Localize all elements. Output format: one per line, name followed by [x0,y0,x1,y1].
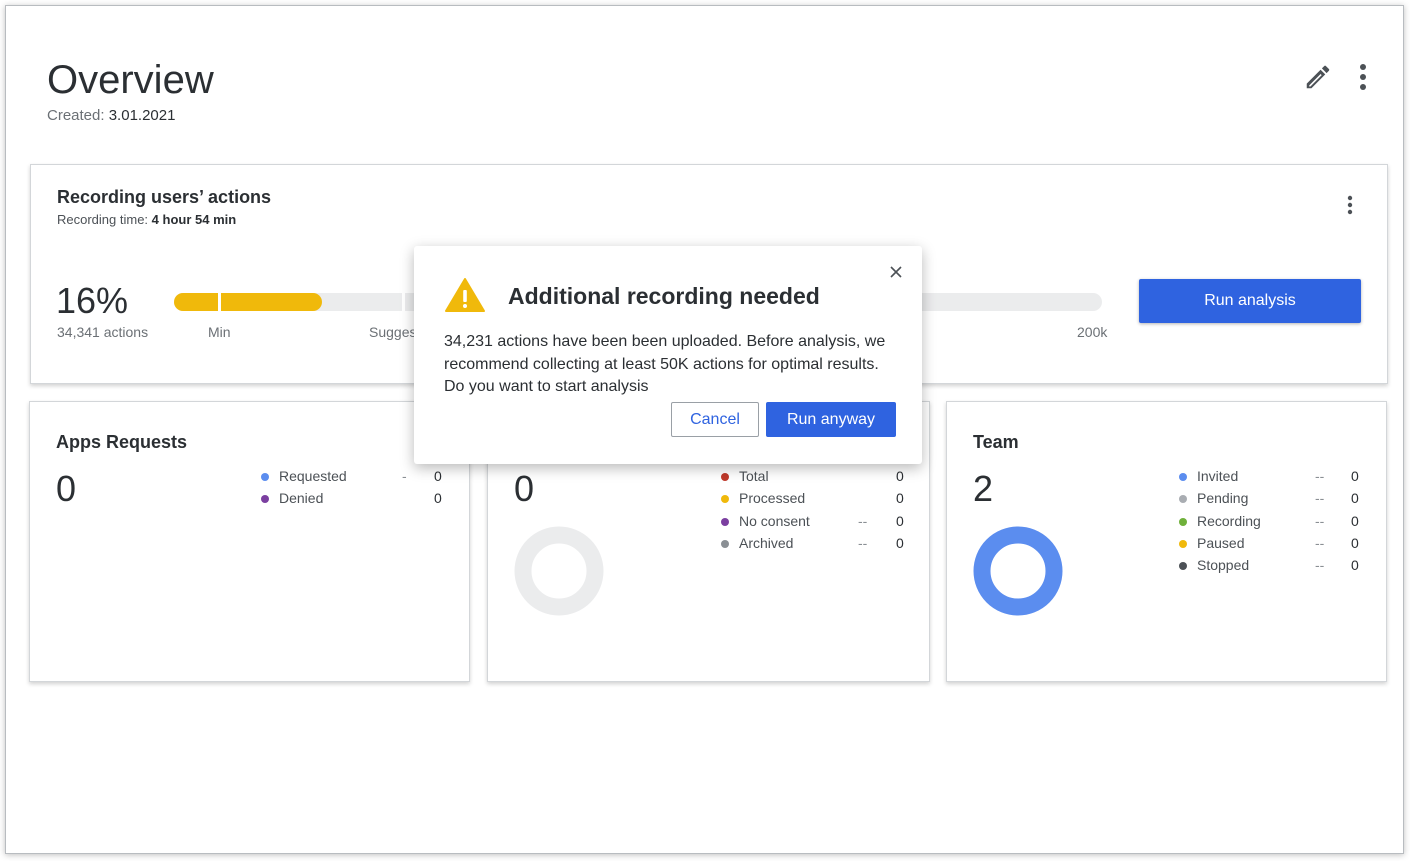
legend-label: Stopped [1197,557,1250,574]
team-card: Team 2 Invited -- 0 Pending -- 0 Recording -- 0 P… [946,401,1387,682]
pencil-icon[interactable] [1303,62,1333,92]
team-legend: Invited -- 0 Pending -- 0 Recording -- 0 Paused --… [1179,468,1364,579]
legend-label: Total [739,468,769,484]
legend-value: 0 [1351,468,1359,484]
created-date: 3.01.2021 [108,107,176,124]
apps-requests-card: Apps Requests 0 Requested - 0 Denied 0 [29,401,470,682]
team-legend-item: Pending -- 0 [1179,490,1364,512]
team-legend-item: Recording -- 0 [1179,513,1364,535]
legend-dot [721,539,729,548]
min-label: Min [208,324,231,340]
legend-dot [261,495,269,504]
legend-value: 0 [896,490,904,507]
legend-dot [721,495,729,504]
recording-time: Recording time: 4 hour 54 min [57,212,236,227]
team-legend-item: Invited -- 0 [1179,468,1364,490]
recordings-count: 0 [514,468,535,509]
legend-dash: - [402,468,407,484]
legend-label: Archived [739,534,794,551]
team-count: 2 [973,468,994,509]
team-legend-item: Stopped -- 0 [1179,557,1364,579]
middle-legend-item: Processed 0 [721,490,906,512]
dialog-message: 34,231 actions have been been uploaded. … [444,333,886,395]
legend-dash: -- [1315,512,1325,529]
legend-value: 0 [434,468,442,484]
recording-percent: 16% [56,280,129,321]
legend-dot [1179,562,1187,571]
apps-legend-item: Requested - 0 [261,468,446,490]
team-title: Team [973,432,1019,452]
legend-value: 0 [1351,557,1359,574]
legend-dash: -- [1315,557,1325,574]
recording-progress-fill [174,293,323,311]
run-anyway-button[interactable]: Run anyway [766,402,896,437]
cancel-button[interactable]: Cancel [671,402,759,437]
min-marker [218,293,221,311]
legend-dash: -- [1315,468,1325,484]
middle-legend-item: Archived -- 0 [721,535,906,557]
recording-actions-count: 34,341 actions [57,324,149,340]
legend-dash: -- [858,534,868,551]
max-label: 200k [1077,324,1108,340]
legend-value: 0 [896,534,904,551]
recordings-legend: Total 0 Processed 0 No consent -- 0 Archived -- 0 [721,468,906,557]
legend-label: Requested [279,468,347,484]
legend-dash: -- [1315,490,1325,507]
created-label: Created: [47,107,105,124]
legend-dash: -- [858,512,868,529]
legend-dot [1179,495,1187,504]
legend-label: Denied [279,490,324,507]
team-donut-ring [973,526,1063,616]
dialog-title: Additional recording needed [508,283,820,309]
run-analysis-button[interactable]: Run analysis [1139,279,1361,323]
legend-value: 0 [1351,512,1359,529]
apps-legend-item: Denied 0 [261,490,446,512]
suggested-label: Sugges [369,324,417,340]
legend-label: Processed [739,490,806,507]
page-title: Overview [47,58,214,102]
recordings-donut-chart [514,526,604,616]
recordings-donut-ring [514,526,604,616]
created-info: Created: 3.01.2021 [47,107,175,124]
more-vertical-icon[interactable] [1359,63,1367,91]
legend-label: Pending [1197,490,1249,507]
legend-value: 0 [896,468,904,484]
additional-recording-dialog: Additional recording needed 34,231 actio… [414,246,922,464]
legend-dot [1179,517,1187,526]
middle-legend-item: No consent -- 0 [721,513,906,535]
team-donut-chart [973,526,1063,616]
middle-legend-item: Total 0 [721,468,906,490]
legend-label: Invited [1197,468,1239,484]
legend-value: 0 [896,512,904,529]
legend-dot [1179,473,1187,481]
page-actions [1303,62,1367,92]
apps-requests-count: 0 [56,468,77,509]
recording-time-value: 4 hour 54 min [151,212,237,227]
legend-label: Paused [1197,534,1245,551]
close-icon[interactable] [890,266,902,278]
more-vertical-icon[interactable] [1347,195,1353,215]
warning-icon [444,277,486,318]
legend-value: 0 [1351,534,1359,551]
recording-time-label: Recording time: [57,212,149,227]
apps-requests-title: Apps Requests [56,432,188,452]
team-legend-item: Paused -- 0 [1179,535,1364,557]
legend-dot [1179,539,1187,548]
legend-dot [721,517,729,526]
legend-dot [261,473,269,481]
legend-label: No consent [739,512,810,529]
legend-label: Recording [1197,512,1261,529]
legend-value: 0 [434,490,442,507]
legend-dash: -- [1315,534,1325,551]
suggested-marker [402,293,405,311]
recording-title: Recording users’ actions [57,187,272,207]
apps-requests-legend: Requested - 0 Denied 0 [261,468,446,513]
legend-value: 0 [1351,490,1359,507]
legend-dot [721,473,729,481]
